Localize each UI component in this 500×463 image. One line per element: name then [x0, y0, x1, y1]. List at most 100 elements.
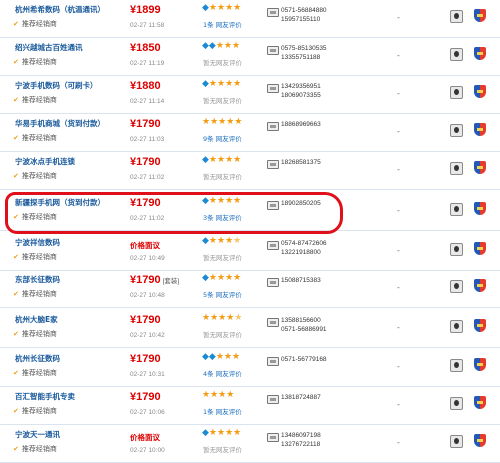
qq-chat-icon[interactable]: [450, 162, 463, 175]
dealer-name-link[interactable]: 百汇智能手机专卖: [15, 391, 125, 402]
dealer-rating: ◆◆★★★: [202, 353, 240, 362]
dealer-name-link[interactable]: 杭州希希数码（杭温通讯）: [15, 4, 125, 15]
empty-cell: -: [397, 127, 400, 136]
empty-cell: -: [397, 362, 400, 371]
dealer-rating: ★★★★★: [202, 118, 242, 127]
phone-icon: [267, 201, 279, 210]
phone-number: 0571-56779168: [281, 356, 327, 363]
update-time: 02-27 10:06: [130, 409, 165, 416]
update-time: 02-27 11:58: [130, 22, 165, 29]
phone-number: 18902850205: [281, 200, 321, 207]
phone-number: 0571-56884880: [281, 7, 327, 14]
dealer-rating: ★★★★★: [202, 314, 242, 323]
recommended-dealer-badge: ✔ 推荐经销商: [13, 133, 57, 143]
recommended-dealer-badge: ✔ 推荐经销商: [13, 95, 57, 105]
trusted-shield-icon[interactable]: [474, 47, 486, 60]
listing-row: 宁波天一通讯 ✔ 推荐经销商 价格面议 02-27 10:00 ◆★★★★ 暂无网…: [0, 425, 500, 463]
phone-numbers: 18868969663: [281, 120, 321, 129]
dealer-name-link[interactable]: 绍兴越城古百姓通讯: [15, 42, 125, 53]
qq-chat-icon[interactable]: [450, 359, 463, 372]
trusted-shield-icon[interactable]: [474, 396, 486, 409]
diamond-icon: ◆: [202, 155, 209, 165]
star-icon: ★: [217, 155, 226, 165]
star-icon: ★: [217, 273, 226, 283]
trusted-shield-icon[interactable]: [474, 9, 486, 22]
review-link[interactable]: 1条 网友评价: [203, 19, 242, 29]
price-value: ¥1790: [130, 353, 161, 365]
dealer-name-link[interactable]: 宁波手机数码（可刷卡）: [15, 80, 125, 91]
recommended-dealer-badge: ✔ 推荐经销商: [13, 212, 57, 222]
dealer-name-link[interactable]: 宁波天一通讯: [15, 429, 125, 440]
update-time: 02-27 11:03: [130, 136, 165, 143]
qq-chat-icon[interactable]: [450, 435, 463, 448]
dealer-name-link[interactable]: 宁波祥信数码: [15, 237, 125, 248]
qq-chat-icon[interactable]: [450, 10, 463, 23]
review-link[interactable]: 3条 网友评价: [203, 212, 242, 222]
dealer-rating: ◆★★★★: [202, 4, 241, 13]
qq-chat-icon[interactable]: [450, 280, 463, 293]
listing-row: 杭州长征数码 ✔ 推荐经销商 ¥1790 02-27 10:31 ◆◆★★★ 4条…: [0, 349, 500, 387]
star-icon: ★: [225, 3, 234, 13]
qq-chat-icon[interactable]: [450, 86, 463, 99]
listing-row: 华易手机商城（货到付款） ✔ 推荐经销商 ¥1790 02-27 11:03 ★★…: [0, 114, 500, 152]
phone-icon: [267, 122, 279, 131]
half-star-icon: ★: [234, 313, 243, 323]
price-value: ¥1880: [130, 80, 161, 92]
qq-chat-icon[interactable]: [450, 320, 463, 333]
dealer-name-link[interactable]: 宁波冰点手机连锁: [15, 156, 125, 167]
badge-label: 推荐经销商: [21, 407, 57, 415]
qq-chat-icon[interactable]: [450, 124, 463, 137]
trusted-shield-icon[interactable]: [474, 85, 486, 98]
check-icon: ✔: [13, 253, 19, 261]
dealer-name-link[interactable]: 华易手机商城（货到付款）: [15, 118, 125, 129]
dealer-name-link[interactable]: 杭州长征数码: [15, 353, 125, 364]
phone-numbers: 0571-56884880 15957155110: [281, 6, 327, 24]
trusted-shield-icon[interactable]: [474, 161, 486, 174]
badge-label: 推荐经销商: [21, 330, 57, 338]
dealer-name-link[interactable]: 杭州大脑E家: [15, 314, 125, 325]
trusted-shield-icon[interactable]: [474, 434, 486, 447]
dealer-name-link[interactable]: 新疆探手机网（货到付款）: [15, 197, 125, 208]
badge-label: 推荐经销商: [21, 172, 57, 180]
dealer-rating: ◆★★★★: [202, 156, 241, 165]
trusted-shield-icon[interactable]: [474, 123, 486, 136]
price-value: ¥1790: [130, 274, 161, 286]
qq-chat-icon[interactable]: [450, 397, 463, 410]
diamond-icon: ◆: [202, 236, 209, 246]
empty-cell: -: [397, 246, 400, 255]
price-value: ¥1850: [130, 42, 161, 54]
diamond-icon: ◆: [208, 352, 216, 362]
star-icon: ★: [202, 117, 211, 127]
star-icon: ★: [217, 196, 226, 206]
qq-chat-icon[interactable]: [450, 203, 463, 216]
star-icon: ★: [217, 428, 226, 438]
review-link[interactable]: 9条 网友评价: [203, 133, 242, 143]
trusted-shield-icon[interactable]: [474, 319, 486, 332]
phone-numbers: 18902850205: [281, 199, 321, 208]
star-icon: ★: [232, 352, 241, 362]
star-icon: ★: [208, 273, 217, 283]
price-value: ¥1790: [130, 391, 161, 403]
phone-icon: [267, 433, 279, 442]
star-icon: ★: [210, 117, 219, 127]
dealer-name-link[interactable]: 东部长征数码: [15, 274, 125, 285]
review-link[interactable]: 4条 网友评价: [203, 368, 242, 378]
diamond-icon: ◆: [202, 428, 209, 438]
price: ¥1790: [130, 391, 161, 403]
listing-row: 百汇智能手机专卖 ✔ 推荐经销商 ¥1790 02-27 10:06 ★★★★ 1…: [0, 387, 500, 425]
star-icon: ★: [223, 352, 232, 362]
trusted-shield-icon[interactable]: [474, 202, 486, 215]
review-link[interactable]: 1条 网友评价: [203, 406, 242, 416]
qq-chat-icon[interactable]: [450, 48, 463, 61]
empty-cell: -: [397, 51, 400, 60]
trusted-shield-icon[interactable]: [474, 358, 486, 371]
review-link[interactable]: 5条 网友评价: [203, 289, 242, 299]
phone-number: 13429356951: [281, 83, 321, 90]
phone-icon: [267, 160, 279, 169]
dealer-rating: ◆★★★★: [202, 80, 241, 89]
qq-chat-icon[interactable]: [450, 243, 463, 256]
star-icon: ★: [234, 117, 243, 127]
trusted-shield-icon[interactable]: [474, 242, 486, 255]
trusted-shield-icon[interactable]: [474, 279, 486, 292]
recommended-dealer-badge: ✔ 推荐经销商: [13, 329, 57, 339]
